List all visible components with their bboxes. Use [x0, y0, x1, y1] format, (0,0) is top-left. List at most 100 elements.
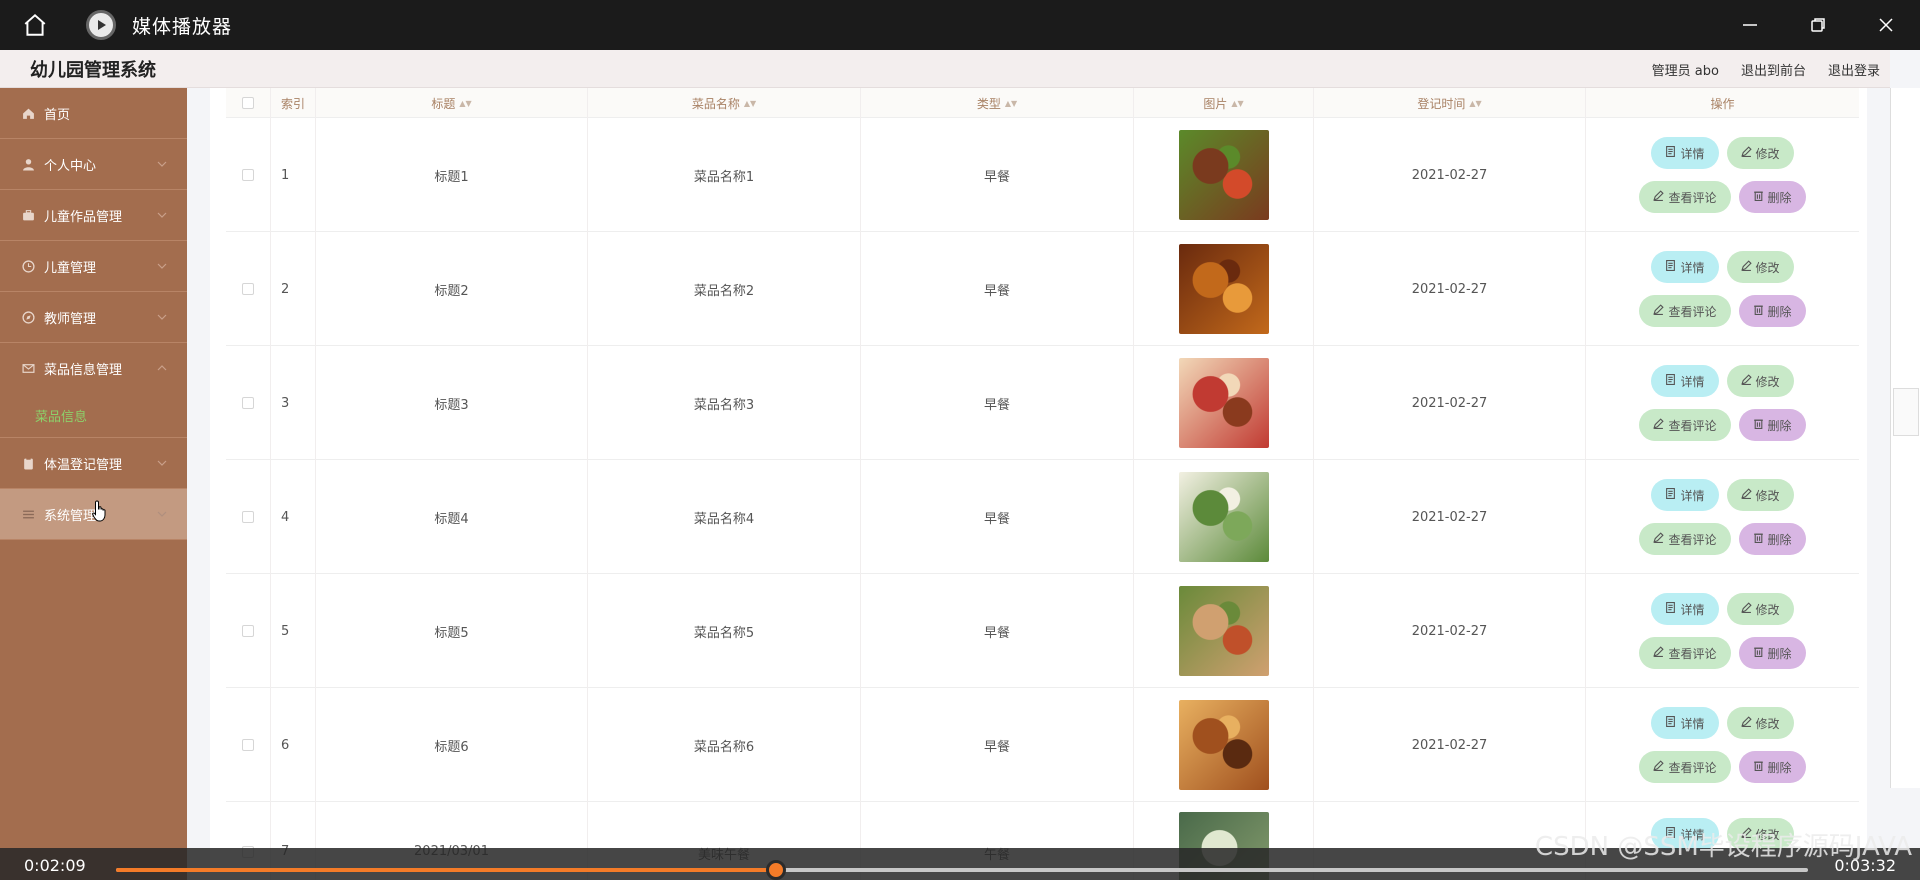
cell-image: [1134, 346, 1314, 460]
edit-button[interactable]: 修改: [1726, 251, 1794, 283]
close-icon: [1879, 18, 1893, 32]
mail-icon: [20, 362, 36, 375]
seek-bar[interactable]: [116, 860, 1808, 880]
seek-knob[interactable]: [766, 860, 786, 880]
dish-image[interactable]: [1178, 700, 1269, 790]
edit-icon: [1740, 374, 1752, 388]
type-text: 早餐: [983, 625, 1010, 641]
edit-button[interactable]: 修改: [1726, 479, 1794, 511]
row-select-cell[interactable]: [226, 346, 271, 460]
edit-icon: [1653, 190, 1665, 204]
view-comments-button[interactable]: 查看评论: [1639, 409, 1731, 441]
sidebar-item-temperature[interactable]: 体温登记管理: [0, 438, 187, 489]
button-label: 查看评论: [1668, 190, 1717, 205]
type-text: 早餐: [983, 397, 1010, 413]
detail-button[interactable]: 详情: [1651, 593, 1719, 625]
edit-button[interactable]: 修改: [1726, 707, 1794, 739]
sliders-icon: [20, 508, 36, 521]
cell-type: 早餐: [861, 232, 1134, 346]
sidebar-item-home[interactable]: 首页: [0, 88, 187, 139]
detail-button[interactable]: 详情: [1651, 707, 1719, 739]
sidebar-item-profile[interactable]: 个人中心: [0, 139, 187, 190]
date-text: 2021-02-27: [1411, 623, 1488, 639]
view-comments-button[interactable]: 查看评论: [1639, 637, 1731, 669]
sidebar-item-dishes[interactable]: 菜品信息管理: [0, 343, 187, 394]
view-comments-button[interactable]: 查看评论: [1639, 751, 1731, 783]
to-front-link[interactable]: 退出到前台: [1741, 60, 1806, 79]
row-select-cell[interactable]: [226, 232, 271, 346]
row-checkbox[interactable]: [242, 397, 254, 409]
button-label: 修改: [1755, 374, 1780, 389]
player-titlebar: 媒体播放器: [0, 0, 1920, 50]
row-checkbox[interactable]: [242, 169, 254, 181]
detail-button[interactable]: 详情: [1651, 365, 1719, 397]
view-comments-button[interactable]: 查看评论: [1639, 181, 1731, 213]
delete-button[interactable]: 删除: [1738, 751, 1806, 783]
edit-button[interactable]: 修改: [1726, 137, 1794, 169]
cell-image: [1134, 232, 1314, 346]
row-checkbox[interactable]: [242, 283, 254, 295]
sidebar-subitem-dish-info[interactable]: 菜品信息: [0, 394, 187, 438]
column-header-title[interactable]: 标题 ▲▼: [316, 88, 588, 118]
dish-image[interactable]: [1178, 130, 1269, 220]
delete-button[interactable]: 删除: [1738, 637, 1806, 669]
button-label: 详情: [1680, 260, 1705, 275]
minimize-button[interactable]: [1716, 0, 1784, 50]
row-checkbox[interactable]: [242, 511, 254, 523]
title-text: 标题2: [434, 283, 469, 299]
cell-index: 6: [271, 688, 316, 802]
button-label: 删除: [1767, 418, 1792, 433]
dish-image[interactable]: [1178, 244, 1269, 334]
delete-button[interactable]: 删除: [1738, 409, 1806, 441]
close-button[interactable]: [1852, 0, 1920, 50]
button-label: 删除: [1767, 304, 1792, 319]
detail-button[interactable]: 详情: [1651, 479, 1719, 511]
view-comments-button[interactable]: 查看评论: [1639, 523, 1731, 555]
view-comments-button[interactable]: 查看评论: [1639, 295, 1731, 327]
cell-date: 2021-02-27: [1314, 232, 1586, 346]
button-label: 删除: [1767, 760, 1792, 775]
type-text: 早餐: [983, 511, 1010, 527]
cell-actions: 详情 修改查看评论 删除: [1586, 232, 1859, 346]
logout-link[interactable]: 退出登录: [1828, 60, 1880, 79]
dish-image[interactable]: [1178, 586, 1269, 676]
row-select-cell[interactable]: [226, 460, 271, 574]
restore-button[interactable]: [1784, 0, 1852, 50]
cell-title: 标题6: [316, 688, 588, 802]
sidebar-item-children[interactable]: 儿童管理: [0, 241, 187, 292]
edit-icon: [1653, 532, 1665, 546]
column-header-image[interactable]: 图片 ▲▼: [1134, 88, 1314, 118]
delete-button[interactable]: 删除: [1738, 181, 1806, 213]
edit-button[interactable]: 修改: [1726, 365, 1794, 397]
row-select-cell[interactable]: [226, 688, 271, 802]
table-card: 索引 标题 ▲▼ 菜品名称 ▲▼ 类型 ▲▼ 图片 ▲▼ 登记时间 ▲▼ 操作 1 标题1 菜…: [210, 88, 1867, 880]
column-header-date[interactable]: 登记时间 ▲▼: [1314, 88, 1586, 118]
date-text: 2021-02-27: [1411, 737, 1488, 753]
delete-button[interactable]: 删除: [1738, 295, 1806, 327]
edit-button[interactable]: 修改: [1726, 593, 1794, 625]
detail-button[interactable]: 详情: [1651, 251, 1719, 283]
title-text: 标题5: [434, 625, 469, 641]
cell-index: 3: [271, 346, 316, 460]
sidebar-item-teachers[interactable]: 教师管理: [0, 292, 187, 343]
dish-image[interactable]: [1178, 472, 1269, 562]
column-header-type[interactable]: 类型 ▲▼: [861, 88, 1134, 118]
detail-button[interactable]: 详情: [1651, 137, 1719, 169]
delete-button[interactable]: 删除: [1738, 523, 1806, 555]
dish-image[interactable]: [1178, 358, 1269, 448]
cell-type: 早餐: [861, 460, 1134, 574]
row-checkbox[interactable]: [242, 625, 254, 637]
button-label: 修改: [1755, 146, 1780, 161]
row-select-cell[interactable]: [226, 574, 271, 688]
cell-date: 2021-02-27: [1314, 118, 1586, 232]
header-select-all[interactable]: [226, 88, 271, 118]
column-header-name[interactable]: 菜品名称 ▲▼: [588, 88, 861, 118]
sidebar-item-works[interactable]: 儿童作品管理: [0, 190, 187, 241]
home-button[interactable]: [0, 0, 70, 50]
select-all-checkbox[interactable]: [242, 97, 254, 109]
player-title: 媒体播放器: [132, 15, 233, 38]
cell-name: 菜品名称6: [588, 688, 861, 802]
row-checkbox[interactable]: [242, 739, 254, 751]
row-select-cell[interactable]: [226, 118, 271, 232]
trash-icon: [1753, 532, 1764, 546]
